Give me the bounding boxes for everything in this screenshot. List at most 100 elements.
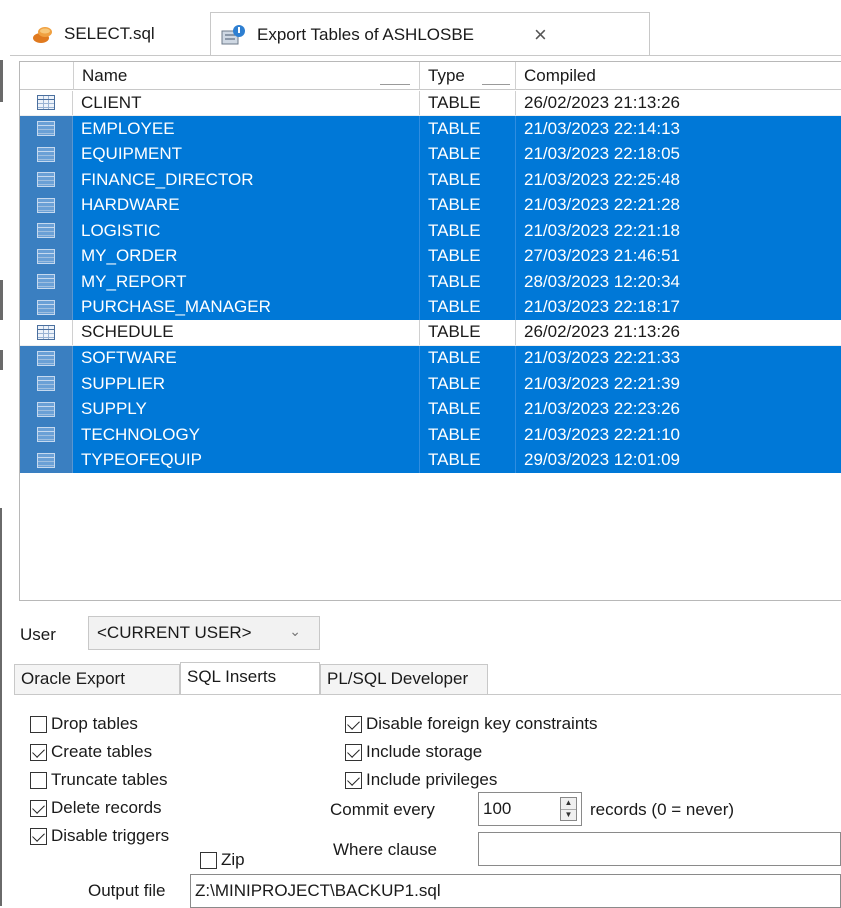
truncate-tables-checkbox[interactable]: Truncate tables xyxy=(30,768,168,792)
table-icon xyxy=(37,121,55,137)
row-icon-cell xyxy=(20,345,73,371)
cell-type: TABLE xyxy=(419,90,515,115)
cell-name: CLIENT xyxy=(81,92,142,112)
tab-export-tables[interactable]: Export Tables of ASHLOSBE × xyxy=(210,12,650,56)
checkbox-box[interactable] xyxy=(200,851,217,869)
table-icon xyxy=(37,172,55,188)
include-privileges-checkbox[interactable]: Include privileges xyxy=(345,768,497,792)
row-icon-cell xyxy=(20,90,73,115)
option-label: Include privileges xyxy=(366,770,498,789)
cell-compiled: 26/02/2023 21:13:26 xyxy=(515,320,841,345)
create-tables-checkbox[interactable]: Create tables xyxy=(30,740,152,764)
column-header-compiled[interactable]: Compiled xyxy=(515,62,841,90)
spin-up-icon[interactable]: ▲ xyxy=(561,798,576,809)
cell-type: TABLE xyxy=(419,116,515,142)
table-row[interactable]: FINANCE_DIRECTOR TABLE 21/03/2023 22:25:48 xyxy=(20,167,841,193)
user-select[interactable]: <CURRENT USER> ⌄ xyxy=(88,616,320,650)
table-row[interactable]: MY_REPORT TABLE 28/03/2023 12:20:34 xyxy=(20,269,841,295)
output-file-value: Z:\MINIPROJECT\BACKUP1.sql xyxy=(195,881,441,900)
cell-name: TECHNOLOGY xyxy=(81,424,201,444)
tab-plsql-developer[interactable]: PL/SQL Developer xyxy=(320,664,488,694)
table-icon xyxy=(37,324,55,340)
checkbox-box[interactable] xyxy=(345,771,362,789)
row-icon-cell xyxy=(20,192,73,218)
table-row[interactable]: SOFTWARE TABLE 21/03/2023 22:21:33 xyxy=(20,345,841,371)
tab-label: SELECT.sql xyxy=(64,24,155,43)
disable-fk-constraints-checkbox[interactable]: Disable foreign key constraints xyxy=(345,712,598,736)
cell-type: TABLE xyxy=(419,192,515,218)
tab-sql-inserts[interactable]: SQL Inserts xyxy=(180,662,320,695)
cell-type: TABLE xyxy=(419,447,515,473)
cell-name: FINANCE_DIRECTOR xyxy=(81,169,254,189)
row-icon-cell xyxy=(20,447,73,473)
row-icon-cell xyxy=(20,422,73,448)
table-row[interactable]: TYPEOFEQUIP TABLE 29/03/2023 12:01:09 xyxy=(20,447,841,473)
cell-compiled: 21/03/2023 22:21:33 xyxy=(515,345,841,371)
row-icon-cell xyxy=(20,396,73,422)
where-clause-field[interactable] xyxy=(478,832,841,866)
table-row[interactable]: EQUIPMENT TABLE 21/03/2023 22:18:05 xyxy=(20,141,841,167)
table-icon xyxy=(37,401,55,417)
tab-oracle-export[interactable]: Oracle Export xyxy=(14,664,180,694)
cell-name: MY_ORDER xyxy=(81,246,178,266)
cell-type: TABLE xyxy=(419,345,515,371)
checkbox-box[interactable] xyxy=(30,743,47,761)
table-row[interactable]: HARDWARE TABLE 21/03/2023 22:21:28 xyxy=(20,192,841,218)
delete-records-checkbox[interactable]: Delete records xyxy=(30,796,162,820)
cell-compiled: 26/02/2023 21:13:26 xyxy=(515,90,841,115)
output-file-field[interactable]: Z:\MINIPROJECT\BACKUP1.sql xyxy=(190,874,841,908)
commit-every-spinner[interactable]: ▲ ▼ xyxy=(560,797,577,821)
column-resize-handle[interactable] xyxy=(482,84,510,85)
table-icon xyxy=(37,299,55,315)
tab-select-sql[interactable]: SELECT.sql xyxy=(22,12,202,56)
cell-name: SOFTWARE xyxy=(81,348,177,368)
cell-compiled: 21/03/2023 22:21:10 xyxy=(515,422,841,448)
cell-compiled: 21/03/2023 22:21:18 xyxy=(515,218,841,244)
row-icon-cell xyxy=(20,218,73,244)
cell-type: TABLE xyxy=(419,294,515,320)
option-label: Zip xyxy=(221,850,245,869)
close-icon[interactable]: × xyxy=(534,22,547,48)
spin-down-icon[interactable]: ▼ xyxy=(561,808,576,821)
user-select-value: <CURRENT USER> xyxy=(97,623,252,642)
table-row[interactable]: LOGISTIC TABLE 21/03/2023 22:21:18 xyxy=(20,218,841,244)
table-icon xyxy=(37,197,55,213)
zip-checkbox[interactable]: Zip xyxy=(200,848,245,872)
table-row[interactable]: SUPPLIER TABLE 21/03/2023 22:21:39 xyxy=(20,371,841,397)
table-row[interactable]: SUPPLY TABLE 21/03/2023 22:23:26 xyxy=(20,396,841,422)
cell-name: EQUIPMENT xyxy=(81,144,183,164)
option-label: Delete records xyxy=(51,798,162,817)
include-storage-checkbox[interactable]: Include storage xyxy=(345,740,482,764)
column-header-name[interactable]: Name xyxy=(73,62,419,90)
export-tables-icon xyxy=(221,24,245,44)
checkbox-box[interactable] xyxy=(30,799,47,817)
cell-compiled: 21/03/2023 22:25:48 xyxy=(515,167,841,193)
disable-triggers-checkbox[interactable]: Disable triggers xyxy=(30,824,169,848)
column-resize-handle[interactable] xyxy=(380,84,410,85)
table-row[interactable]: TECHNOLOGY TABLE 21/03/2023 22:21:10 xyxy=(20,422,841,448)
drop-tables-checkbox[interactable]: Drop tables xyxy=(30,712,138,736)
tables-grid[interactable]: Name Type Compiled CLIENT TABLE 26/02/2023… xyxy=(19,61,841,601)
checkbox-box[interactable] xyxy=(345,743,362,761)
cell-compiled: 21/03/2023 22:21:39 xyxy=(515,371,841,397)
cell-name: SCHEDULE xyxy=(81,322,174,342)
where-clause-label: Where clause xyxy=(333,840,437,859)
table-row[interactable]: EMPLOYEE TABLE 21/03/2023 22:14:13 xyxy=(20,116,841,142)
edge-mark xyxy=(0,508,2,906)
checkbox-box[interactable] xyxy=(30,715,47,733)
table-icon xyxy=(37,452,55,468)
table-row[interactable]: CLIENT TABLE 26/02/2023 21:13:26 xyxy=(20,90,841,116)
cell-type: TABLE xyxy=(419,269,515,295)
checkbox-box[interactable] xyxy=(30,771,47,789)
cell-compiled: 21/03/2023 22:23:26 xyxy=(515,396,841,422)
commit-every-field[interactable]: 100 ▲ ▼ xyxy=(478,792,582,826)
column-header-type[interactable]: Type xyxy=(419,62,515,90)
table-row[interactable]: MY_ORDER TABLE 27/03/2023 21:46:51 xyxy=(20,243,841,269)
checkbox-box[interactable] xyxy=(30,827,47,845)
table-row[interactable]: PURCHASE_MANAGER TABLE 21/03/2023 22:18:17 xyxy=(20,294,841,320)
row-icon-cell xyxy=(20,243,73,269)
option-label: Create tables xyxy=(51,742,153,761)
checkbox-box[interactable] xyxy=(345,715,362,733)
table-row[interactable]: SCHEDULE TABLE 26/02/2023 21:13:26 xyxy=(20,320,841,346)
cell-name: HARDWARE xyxy=(81,195,180,215)
